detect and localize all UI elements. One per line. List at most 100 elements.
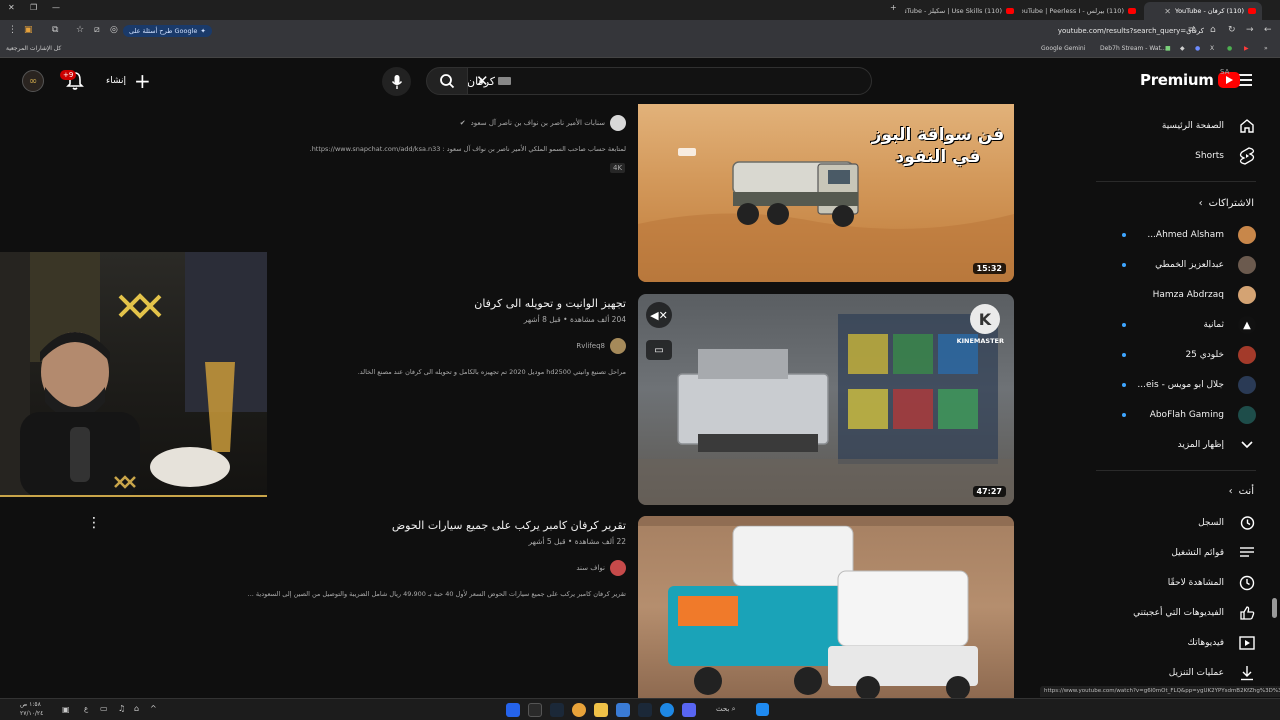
search-button[interactable] bbox=[426, 67, 468, 95]
video-title[interactable]: تجهيز الوانيت و تحويله الى كرفان bbox=[474, 297, 626, 310]
sidebar-item-playlists[interactable]: قوائم التشغيل bbox=[1171, 541, 1256, 565]
subscription-name: جلال ابو مويس - eis... bbox=[1137, 380, 1224, 390]
discord-app-icon[interactable] bbox=[528, 703, 542, 717]
bookmark-icon-dark[interactable]: ◆ bbox=[1180, 45, 1185, 52]
sidebar-item-downloads[interactable]: عمليات التنزيل bbox=[1169, 661, 1256, 685]
sidebar-subscription[interactable]: Hamza Abdrzaq bbox=[1153, 283, 1256, 307]
channel-avatar bbox=[1238, 346, 1256, 364]
channel-avatar bbox=[1238, 376, 1256, 394]
bookmark-youtube-icon[interactable]: ▶ bbox=[1244, 45, 1249, 52]
you-heading[interactable]: أنت › bbox=[1229, 486, 1254, 497]
input-language[interactable]: ع bbox=[84, 705, 88, 713]
create-label: إنشاء bbox=[106, 76, 127, 86]
search-input[interactable]: كرفان bbox=[466, 67, 872, 95]
captions-button[interactable]: ▭ bbox=[646, 340, 672, 360]
you-title: أنت bbox=[1238, 486, 1254, 497]
sidebar-item-home[interactable]: الصفحة الرئيسية bbox=[1162, 114, 1256, 138]
ask-google-button[interactable]: طرح أسئلة على Google ✦ bbox=[123, 25, 212, 37]
file-explorer-icon[interactable] bbox=[594, 703, 608, 717]
chrome-app-icon[interactable] bbox=[572, 703, 586, 717]
channel-avatar bbox=[1238, 226, 1256, 244]
all-bookmarks-link[interactable]: كل الإشارات المرجعية bbox=[6, 45, 61, 52]
tab-use-skills[interactable]: (110) Use Skills | سكيلز - YouTube ✕ bbox=[905, 2, 1020, 20]
clock-time[interactable]: ١:٥٨ ص bbox=[20, 701, 41, 708]
sidebar-subscription[interactable]: خلودي 25 bbox=[1185, 343, 1256, 367]
extension-icon[interactable]: ▣ bbox=[24, 25, 33, 35]
thumbs-up-icon bbox=[1238, 604, 1256, 622]
start-button-icon[interactable] bbox=[756, 703, 769, 716]
taskbar-search[interactable]: بحث ⌕ bbox=[716, 705, 736, 714]
create-button[interactable]: إنشاء + bbox=[106, 70, 151, 92]
video-thumbnail[interactable] bbox=[638, 516, 1014, 698]
sidebar-item-shorts[interactable]: Shorts bbox=[1195, 144, 1256, 168]
verified-badge-icon: ✔ bbox=[459, 119, 466, 127]
bookmarks-overflow-icon[interactable]: » bbox=[1264, 45, 1268, 52]
store-app-icon[interactable] bbox=[616, 703, 630, 717]
voice-search-button[interactable] bbox=[382, 67, 411, 96]
close-window-icon[interactable]: ✕ bbox=[8, 3, 15, 12]
bookmark-deb7h[interactable]: Deb7h Stream - Wat... bbox=[1100, 45, 1167, 52]
bookmark-star-icon[interactable]: ☆ bbox=[76, 25, 84, 35]
url-field[interactable]: youtube.com/results?search_query=كرفان bbox=[960, 23, 1204, 39]
show-more-button[interactable]: إظهار المزيد bbox=[1178, 433, 1256, 457]
video-thumbnail[interactable]: ◀✕ ▭ K KINEMASTER 47:27 bbox=[638, 294, 1014, 505]
sidebar-item-liked-videos[interactable]: الفيديوهات التي أعجبتني bbox=[1133, 601, 1256, 625]
channel-link[interactable]: نواف سند bbox=[576, 560, 626, 576]
network-icon[interactable]: ⌂ bbox=[134, 704, 139, 713]
maximize-icon[interactable]: ❐ bbox=[30, 3, 37, 12]
extensions-puzzle-icon[interactable]: ⧉ bbox=[52, 25, 58, 35]
share-icon[interactable]: ⧄ bbox=[94, 25, 100, 35]
steam-app-icon[interactable] bbox=[550, 703, 564, 717]
tray-overflow-icon[interactable]: ^ bbox=[150, 704, 157, 713]
channel-link[interactable]: Rvlifeq8 bbox=[576, 338, 626, 354]
subscriptions-heading[interactable]: الاشتراكات › bbox=[1199, 198, 1254, 209]
youtube-premium-logo[interactable]: Premium SA bbox=[1140, 68, 1240, 89]
bookmark-whatsapp-icon[interactable]: ● bbox=[1227, 45, 1232, 52]
microphone-tray-icon[interactable]: ♫ bbox=[118, 704, 125, 713]
sidebar-item-history[interactable]: السجل bbox=[1198, 511, 1256, 535]
bookmark-icon-green[interactable]: ■ bbox=[1165, 45, 1171, 52]
back-icon[interactable]: ← bbox=[1264, 25, 1272, 35]
channel-link[interactable]: سنابات الأمير ناصر بن نواف بن ناصر آل سع… bbox=[460, 115, 626, 131]
sidebar-subscription[interactable]: ▲ ثمانية bbox=[1204, 313, 1256, 337]
video-thumbnail[interactable]: فن سواقة البوز في النفود 15:32 bbox=[638, 104, 1014, 282]
sidebar-item-your-videos[interactable]: فيديوهاتك bbox=[1188, 631, 1256, 655]
site-settings-icon[interactable]: ⇄ bbox=[1188, 25, 1196, 35]
sidebar-subscription[interactable]: AboFlah Gaming bbox=[1150, 403, 1256, 427]
home-icon[interactable]: ⌂ bbox=[1210, 25, 1216, 35]
kinemaster-logo: K bbox=[970, 304, 1000, 334]
bookmark-x-icon[interactable]: X bbox=[1210, 45, 1214, 52]
minimize-icon[interactable]: — bbox=[52, 3, 60, 12]
bookmark-icon-blue[interactable]: ● bbox=[1195, 45, 1200, 52]
sidebar-divider bbox=[1096, 470, 1256, 471]
google-lens-icon[interactable]: ◎ bbox=[110, 25, 118, 35]
more-actions-icon[interactable]: ⋮ bbox=[87, 515, 101, 531]
sidebar-item-watch-later[interactable]: المشاهدة لاحقًا bbox=[1168, 571, 1256, 595]
copilot-app-icon[interactable] bbox=[506, 703, 520, 717]
sidebar-subscription[interactable]: عبدالعزيز الخمطي bbox=[1155, 253, 1256, 277]
close-tab-icon[interactable]: ✕ bbox=[1164, 7, 1171, 16]
subscription-name: عبدالعزيز الخمطي bbox=[1155, 260, 1224, 270]
video-title[interactable]: تقرير كرفان كامبر يركب على جميع سيارات ا… bbox=[392, 519, 626, 532]
tab-peerless[interactable]: (110) بيرلس - YouTube | Peerless I ✕ bbox=[1022, 2, 1142, 20]
sidebar-item-label: الصفحة الرئيسية bbox=[1161, 121, 1224, 131]
reload-icon[interactable]: ↻ bbox=[1228, 25, 1236, 35]
menu-dots-icon[interactable]: ⋮ bbox=[8, 25, 17, 35]
bookmark-gemini[interactable]: Google Gemini bbox=[1041, 45, 1085, 52]
mute-button[interactable]: ◀✕ bbox=[646, 302, 672, 328]
sidebar-scrollbar[interactable] bbox=[1272, 598, 1277, 618]
tab-caravan-search[interactable]: (110) كرفان - YouTube ✕ bbox=[1144, 2, 1262, 20]
account-avatar[interactable]: ∞ bbox=[22, 70, 44, 92]
notification-center-icon[interactable]: ▣ bbox=[62, 705, 70, 714]
steam-client-icon[interactable] bbox=[638, 703, 652, 717]
new-tab-button[interactable]: + bbox=[890, 3, 897, 12]
sidebar-subscription[interactable]: Ahmed Alsham... bbox=[1147, 223, 1256, 247]
clear-search-icon[interactable]: ✕ bbox=[476, 72, 489, 90]
chevron-right-icon: › bbox=[1228, 486, 1233, 497]
edge-app-icon[interactable] bbox=[660, 703, 674, 717]
clock-date[interactable]: ٢٧/١٠/٢٤ bbox=[20, 710, 43, 717]
messenger-app-icon[interactable] bbox=[682, 703, 696, 717]
keyboard-icon[interactable] bbox=[498, 77, 511, 85]
forward-icon[interactable]: → bbox=[1246, 25, 1254, 35]
sidebar-subscription[interactable]: جلال ابو مويس - eis... bbox=[1137, 373, 1256, 397]
